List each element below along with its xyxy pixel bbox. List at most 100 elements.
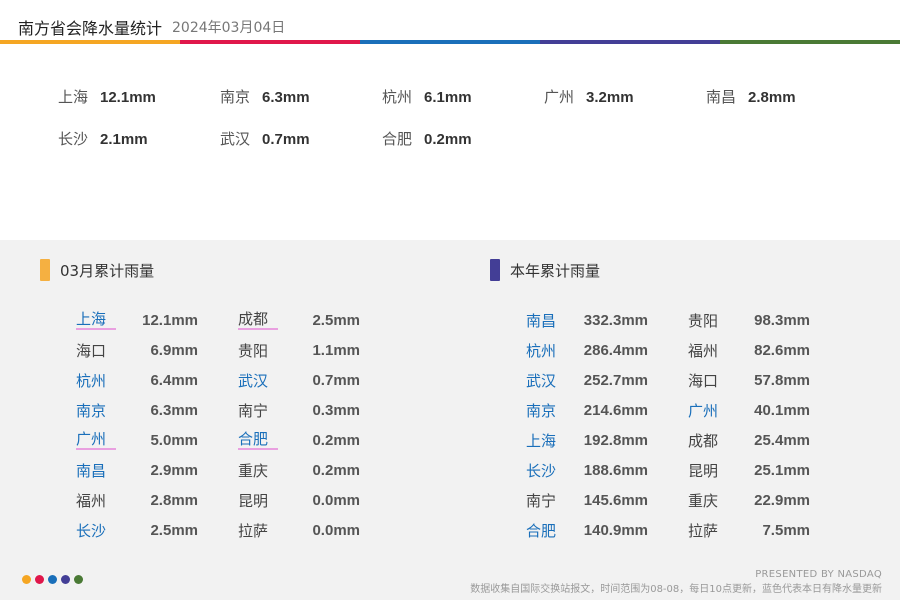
table-row: 长沙 2.5mm xyxy=(76,515,198,545)
rainfall-value: 0.2mm xyxy=(312,461,360,479)
footer-dot xyxy=(35,575,44,584)
today-item: 杭州 6.1mm xyxy=(382,86,472,107)
table-row: 重庆 22.9mm xyxy=(688,485,810,515)
color-bar xyxy=(0,40,900,44)
city-name: 上海 xyxy=(526,431,557,450)
city-name: 贵阳 xyxy=(238,341,269,360)
table-row: 贵阳 1.1mm xyxy=(238,335,360,365)
city-name: 成都 xyxy=(238,310,278,330)
footer-dot xyxy=(74,575,83,584)
rainfall-value: 3.2mm xyxy=(586,89,634,106)
table-row: 成都 2.5mm xyxy=(238,305,360,335)
color-bar-segment xyxy=(540,40,720,44)
table-row: 福州 82.6mm xyxy=(688,335,810,365)
table-row: 福州 2.8mm xyxy=(76,485,198,515)
rainfall-value: 25.4mm xyxy=(754,431,810,449)
city-name: 合肥 xyxy=(382,130,413,148)
rainfall-value: 0.0mm xyxy=(312,491,360,509)
report-date: 2024年03月04日 xyxy=(172,20,286,36)
rainfall-value: 188.6mm xyxy=(583,461,648,479)
table-row: 成都 25.4mm xyxy=(688,425,810,455)
city-name: 杭州 xyxy=(382,88,413,106)
city-name: 南京 xyxy=(76,401,107,420)
rainfall-value: 1.1mm xyxy=(312,341,360,359)
city-name: 武汉 xyxy=(220,130,251,148)
rainfall-value: 0.7mm xyxy=(312,371,360,389)
table-row: 海口 57.8mm xyxy=(688,365,810,395)
rainfall-value: 6.3mm xyxy=(262,89,310,106)
rainfall-value: 6.9mm xyxy=(150,341,198,359)
table-row: 南京 214.6mm xyxy=(526,395,648,425)
table-row: 南宁 0.3mm xyxy=(238,395,360,425)
city-name: 南宁 xyxy=(238,401,269,420)
rainfall-value: 286.4mm xyxy=(583,341,648,359)
city-name: 海口 xyxy=(688,371,719,390)
rainfall-value: 332.3mm xyxy=(583,311,648,329)
table-row: 合肥 140.9mm xyxy=(526,515,648,545)
rainfall-value: 5.0mm xyxy=(150,431,198,449)
rainfall-value: 192.8mm xyxy=(583,431,648,449)
table-row: 上海 12.1mm xyxy=(76,305,198,335)
table-row: 昆明 0.0mm xyxy=(238,485,360,515)
city-name: 杭州 xyxy=(76,371,107,390)
table-row: 南宁 145.6mm xyxy=(526,485,648,515)
city-name: 合肥 xyxy=(526,521,557,540)
table-row: 海口 6.9mm xyxy=(76,335,198,365)
table-row: 拉萨 0.0mm xyxy=(238,515,360,545)
today-item: 南昌 2.8mm xyxy=(706,86,796,107)
city-name: 福州 xyxy=(76,491,107,510)
rainfall-value: 6.3mm xyxy=(150,401,198,419)
march-section-label: 03月累计雨量 xyxy=(60,261,155,280)
rainfall-value: 140.9mm xyxy=(583,521,648,539)
page-title: 南方省会降水量统计 xyxy=(18,19,163,38)
year-section-header: 本年累计雨量 xyxy=(490,259,600,281)
city-name: 南昌 xyxy=(706,88,737,106)
rainfall-value: 2.9mm xyxy=(150,461,198,479)
footer-note: 数据收集自国际交换站报文，时间范围为08-08，每日10点更新，蓝色代表本日有降… xyxy=(470,584,882,595)
rainfall-value: 0.0mm xyxy=(312,521,360,539)
today-item: 上海 12.1mm xyxy=(58,86,156,107)
city-name: 成都 xyxy=(688,431,719,450)
city-name: 长沙 xyxy=(526,461,557,480)
rainfall-value: 12.1mm xyxy=(100,89,156,106)
city-name: 广州 xyxy=(544,88,575,106)
table-row: 南京 6.3mm xyxy=(76,395,198,425)
city-name: 南京 xyxy=(220,88,251,106)
rainfall-value: 2.8mm xyxy=(150,491,198,509)
city-name: 武汉 xyxy=(238,371,269,390)
color-bar-segment xyxy=(0,40,180,44)
table-row: 杭州 6.4mm xyxy=(76,365,198,395)
today-item: 武汉 0.7mm xyxy=(220,128,310,149)
footer-dot xyxy=(22,575,31,584)
rainfall-value: 252.7mm xyxy=(583,371,648,389)
rainfall-value: 25.1mm xyxy=(754,461,810,479)
header: 南方省会降水量统计 2024年03月04日 xyxy=(0,0,900,40)
rainfall-value: 82.6mm xyxy=(754,341,810,359)
table-row: 广州 5.0mm xyxy=(76,425,198,455)
table-row: 南昌 332.3mm xyxy=(526,305,648,335)
footer-dot xyxy=(61,575,70,584)
cumulative-panel: 03月累计雨量 本年累计雨量 上海 12.1mm 海口 6.9mm 杭州 6.4mm 南京 6… xyxy=(0,240,900,600)
rainfall-value: 40.1mm xyxy=(754,401,810,419)
city-name: 广州 xyxy=(76,430,116,450)
city-name: 长沙 xyxy=(58,130,89,148)
year-section-label: 本年累计雨量 xyxy=(510,261,601,280)
today-item: 长沙 2.1mm xyxy=(58,128,148,149)
city-name: 昆明 xyxy=(688,461,719,480)
today-item: 南京 6.3mm xyxy=(220,86,310,107)
today-item: 合肥 0.2mm xyxy=(382,128,472,149)
table-row: 昆明 25.1mm xyxy=(688,455,810,485)
table-row: 武汉 0.7mm xyxy=(238,365,360,395)
table-row: 杭州 286.4mm xyxy=(526,335,648,365)
city-name: 南昌 xyxy=(526,311,557,330)
city-name: 武汉 xyxy=(526,371,557,390)
rainfall-value: 12.1mm xyxy=(142,311,198,329)
color-bar-segment xyxy=(360,40,540,44)
city-name: 合肥 xyxy=(238,430,278,450)
city-name: 重庆 xyxy=(238,461,269,480)
rainfall-value: 2.5mm xyxy=(150,521,198,539)
march-section-header: 03月累计雨量 xyxy=(40,259,154,281)
rainfall-value: 0.2mm xyxy=(424,131,472,148)
city-name: 拉萨 xyxy=(688,521,719,540)
today-item: 广州 3.2mm xyxy=(544,86,634,107)
